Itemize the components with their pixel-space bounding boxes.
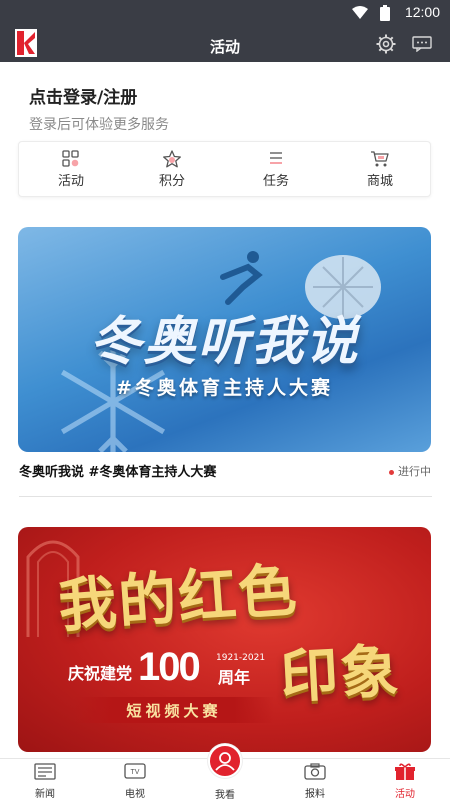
quick-action-label: 任务 (262, 174, 289, 189)
banner-years: 1921-2021 (216, 653, 266, 663)
svg-text:TV: TV (131, 769, 140, 776)
tab-label: 新闻 (35, 789, 55, 800)
tab-label: 我看 (215, 790, 235, 800)
quick-action-activities[interactable]: 活动 (36, 150, 106, 189)
status-dot (389, 469, 394, 475)
quick-action-label: 积分 (158, 174, 185, 189)
quick-action-label: 活动 (57, 174, 84, 189)
list-icon (270, 152, 282, 164)
divider (19, 496, 432, 497)
banner-subtitle: #冬奥体育主持人大赛 (116, 377, 333, 399)
banner-contest: 短视频大赛 (126, 702, 222, 720)
message-icon[interactable] (412, 36, 432, 52)
star-icon (163, 150, 181, 168)
gear-icon[interactable] (376, 34, 396, 54)
tab-watch[interactable] (208, 744, 242, 778)
banner-title-line2: 印象 (278, 636, 402, 712)
quick-actions-card: 活动 积分 任务 商城 (18, 141, 431, 197)
banner-title-line1: 我的红色 (56, 555, 301, 641)
watch-icon (215, 752, 235, 771)
activity-banner-red-impression[interactable]: 我的红色 印象 庆祝建党 100 1921-2021 周年 短视频大赛 (18, 527, 431, 752)
banner-number: 100 (138, 645, 201, 689)
tab-tv[interactable]: TV 电视 (105, 763, 165, 800)
status-time: 12:00 (404, 4, 440, 20)
quick-action-label: 商城 (366, 174, 393, 189)
tab-label: 活动 (395, 789, 415, 800)
login-title[interactable]: 点击登录/注册 (29, 83, 169, 108)
battery-icon (380, 5, 390, 21)
status-bar: 12:00 (0, 0, 450, 26)
banner-party-text: 庆祝建党 (68, 664, 133, 683)
login-section[interactable]: 点击登录/注册 登录后可体验更多服务 (29, 83, 169, 134)
app-bar: 活动 (0, 26, 450, 62)
activity-caption[interactable]: 冬奥听我说 #冬奥体育主持人大赛 (19, 461, 216, 480)
status-text: 进行中 (398, 465, 431, 478)
quick-action-mall[interactable]: 商城 (345, 150, 415, 189)
status-badge: 进行中 (389, 463, 431, 479)
banner-anniversary: 周年 (218, 668, 251, 687)
tv-icon: TV (124, 763, 146, 779)
activity-banner-winter-olympics[interactable]: 冬奥听我说 #冬奥体育主持人大赛 (18, 227, 431, 452)
banner-title: 冬奥听我说 (89, 312, 360, 372)
quick-action-tasks[interactable]: 任务 (241, 150, 311, 189)
news-icon (34, 763, 56, 780)
cart-icon (371, 151, 389, 167)
quick-action-points[interactable]: 积分 (137, 150, 207, 189)
skater-decoration (220, 251, 263, 305)
tab-report[interactable]: 报料 (285, 763, 345, 800)
tab-label: 报料 (305, 789, 325, 800)
tab-activities[interactable]: 活动 (375, 763, 435, 800)
gift-icon (395, 763, 415, 780)
login-subtitle: 登录后可体验更多服务 (29, 117, 169, 133)
tab-label: 电视 (125, 789, 145, 800)
wifi-icon (352, 6, 368, 19)
grid-icon (62, 150, 79, 167)
tab-news[interactable]: 新闻 (15, 763, 75, 800)
camera-icon (304, 763, 326, 780)
